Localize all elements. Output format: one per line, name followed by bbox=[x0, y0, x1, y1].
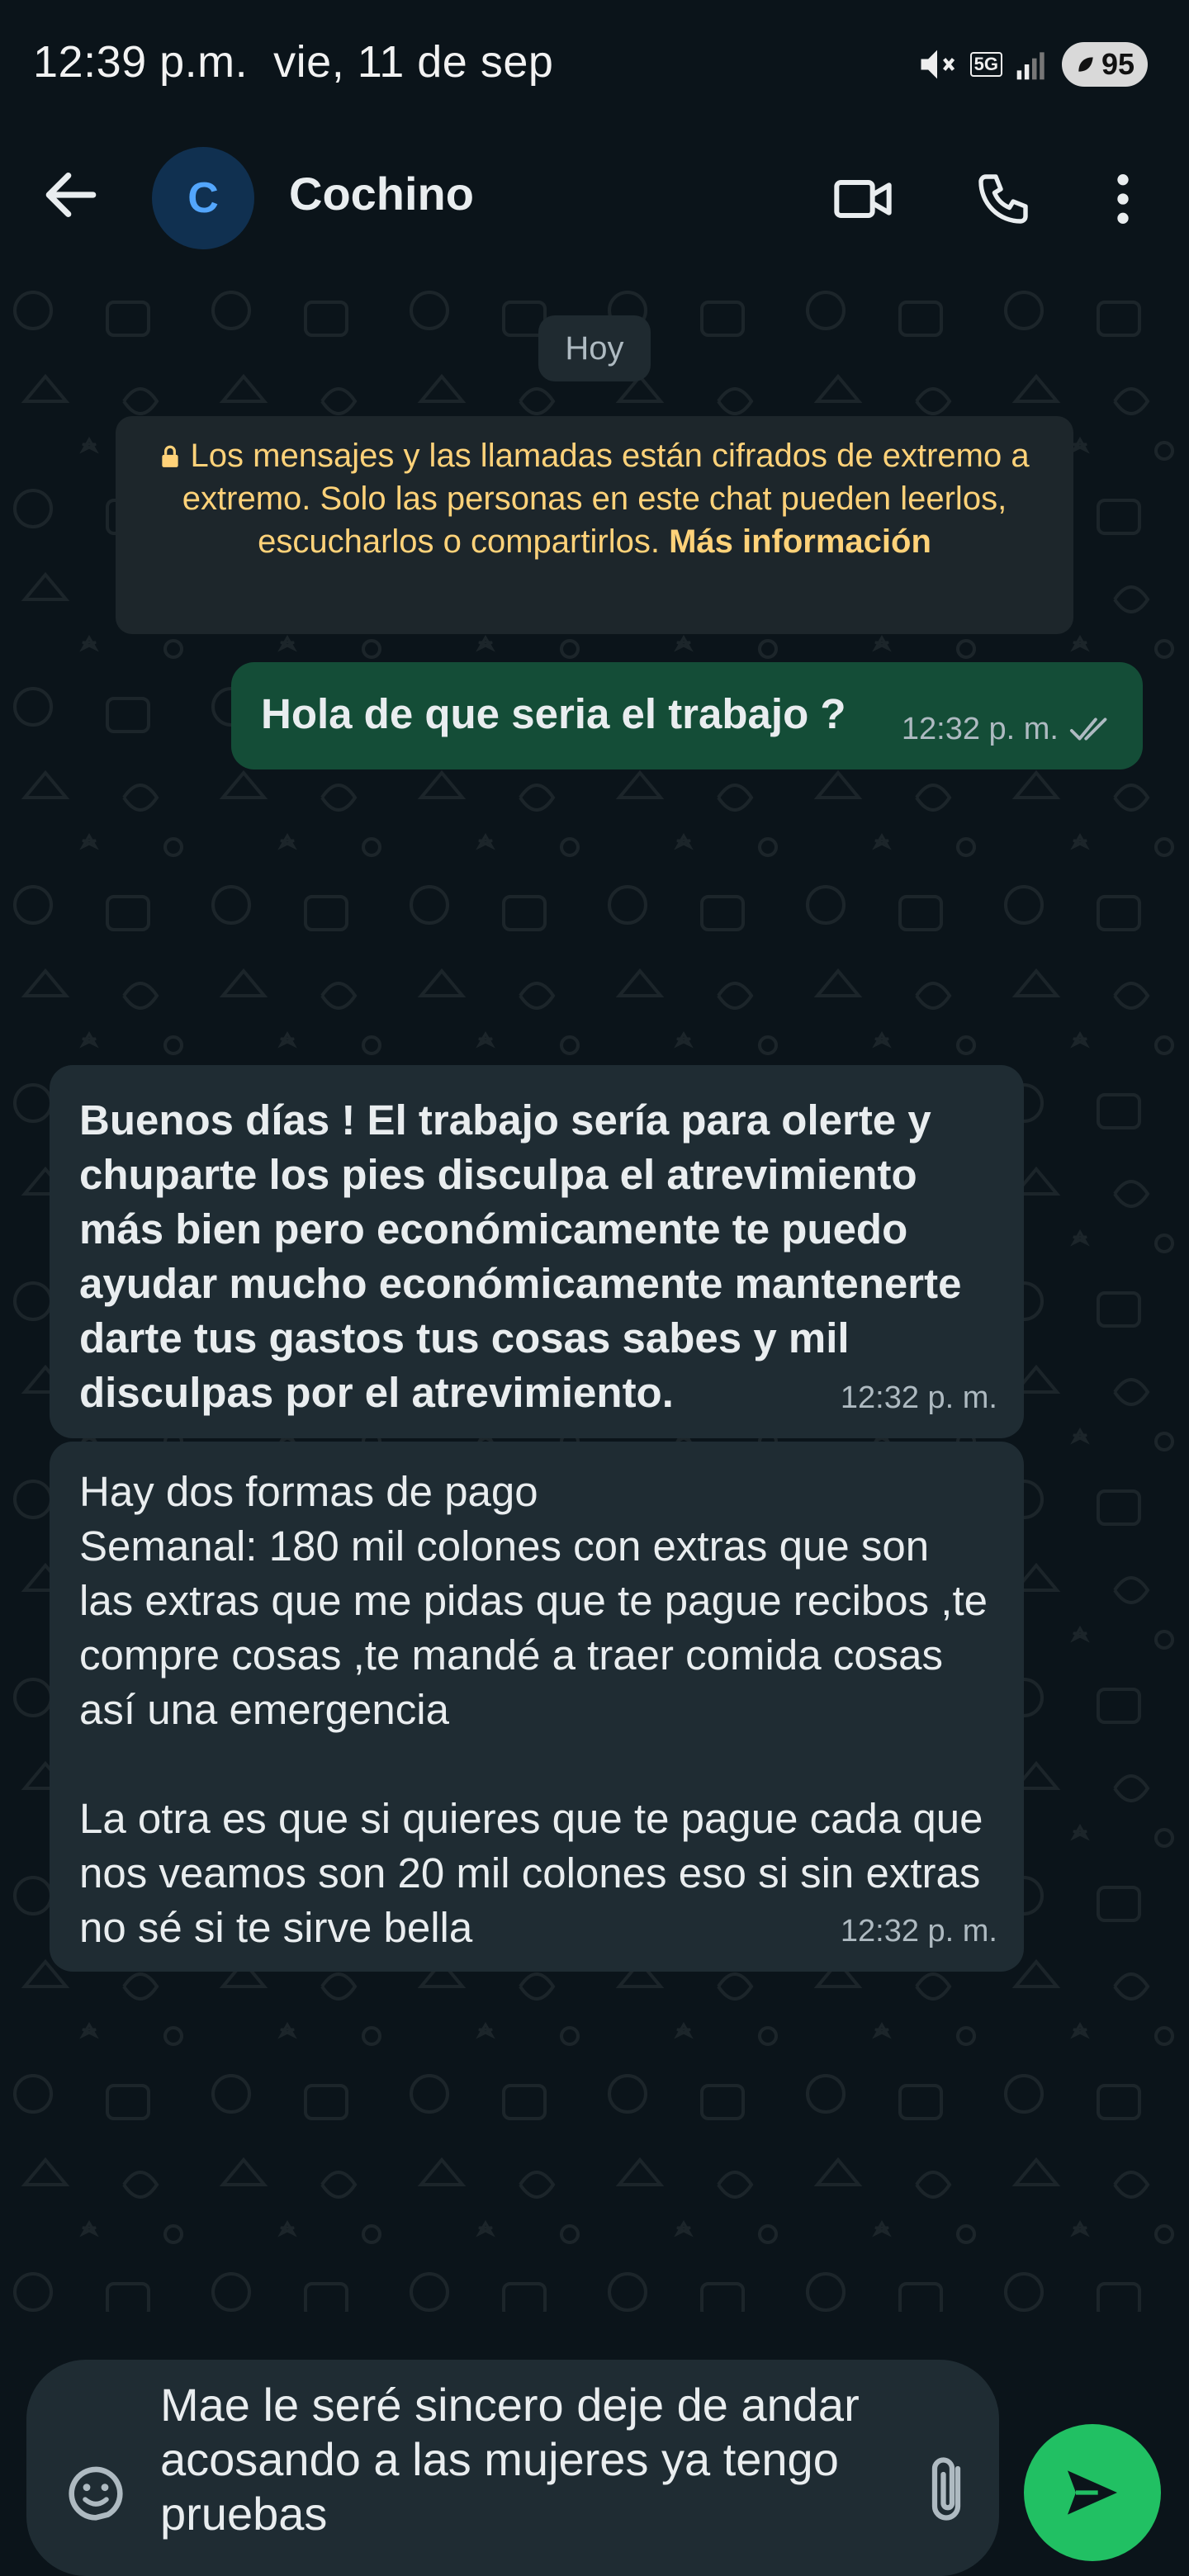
message-time: 12:32 p. m. bbox=[901, 712, 1059, 746]
lock-icon bbox=[162, 445, 179, 467]
send-button[interactable] bbox=[1024, 2424, 1161, 2561]
video-camera-icon bbox=[834, 180, 892, 218]
phone-icon bbox=[978, 174, 1028, 224]
date-divider: Hoy bbox=[538, 315, 651, 381]
status-icons: 5G 95 bbox=[916, 40, 1148, 89]
more-vertical-icon bbox=[1117, 174, 1129, 224]
double-check-icon bbox=[1069, 717, 1107, 741]
voice-call-button[interactable] bbox=[966, 162, 1040, 236]
paperclip-icon bbox=[931, 2457, 961, 2521]
contact-name[interactable]: Cochino bbox=[289, 167, 474, 220]
message-incoming[interactable]: Buenos días ! El trabajo sería para oler… bbox=[50, 1065, 1024, 1438]
message-composer: Mae le seré sincero deje de andar acosan… bbox=[26, 2360, 999, 2576]
message-time: 12:32 p. m. bbox=[840, 1914, 997, 1949]
message-meta: 12:32 p. m. bbox=[841, 1904, 997, 1958]
send-icon bbox=[1068, 2470, 1117, 2515]
message-meta: 12:32 p. m. bbox=[902, 702, 1116, 756]
mute-icon bbox=[921, 50, 955, 79]
video-call-button[interactable] bbox=[826, 162, 900, 236]
battery-indicator: 95 bbox=[1061, 42, 1148, 87]
message-outgoing[interactable]: Hola de que seria el trabajo ? 12:32 p. … bbox=[231, 662, 1143, 769]
leaf-icon bbox=[1078, 57, 1093, 72]
signal-icon bbox=[1016, 52, 1045, 80]
status-time: 12:39 p.m. vie, 11 de sep bbox=[33, 37, 554, 87]
message-input[interactable]: Mae le seré sincero deje de andar acosan… bbox=[160, 2378, 903, 2541]
arrow-left-icon bbox=[45, 173, 97, 217]
encryption-notice[interactable]: Los mensajes y las llamadas están cifrad… bbox=[116, 416, 1073, 634]
status-bar: 12:39 p.m. vie, 11 de sep 5G 95 bbox=[0, 0, 1189, 132]
message-incoming[interactable]: Hay dos formas de pago Semanal: 180 mil … bbox=[50, 1442, 1024, 1972]
network-type: 5G bbox=[969, 52, 1002, 77]
more-options-button[interactable] bbox=[1090, 162, 1156, 236]
contact-avatar[interactable]: C bbox=[152, 147, 254, 249]
message-time: 12:32 p. m. bbox=[840, 1380, 997, 1415]
sticker-icon bbox=[69, 2466, 123, 2521]
more-info-link[interactable]: Más información bbox=[669, 523, 931, 560]
back-button[interactable] bbox=[38, 162, 104, 228]
message-meta: 12:32 p. m. bbox=[841, 1371, 997, 1425]
sticker-button[interactable] bbox=[59, 2457, 132, 2530]
message-text: Hay dos formas de pago Semanal: 180 mil … bbox=[79, 1468, 988, 1951]
attach-button[interactable] bbox=[912, 2451, 981, 2533]
chat-header: C Cochino bbox=[0, 132, 1189, 277]
chat-area[interactable]: Hoy Los mensajes y las llamadas están ci… bbox=[0, 277, 1189, 2312]
